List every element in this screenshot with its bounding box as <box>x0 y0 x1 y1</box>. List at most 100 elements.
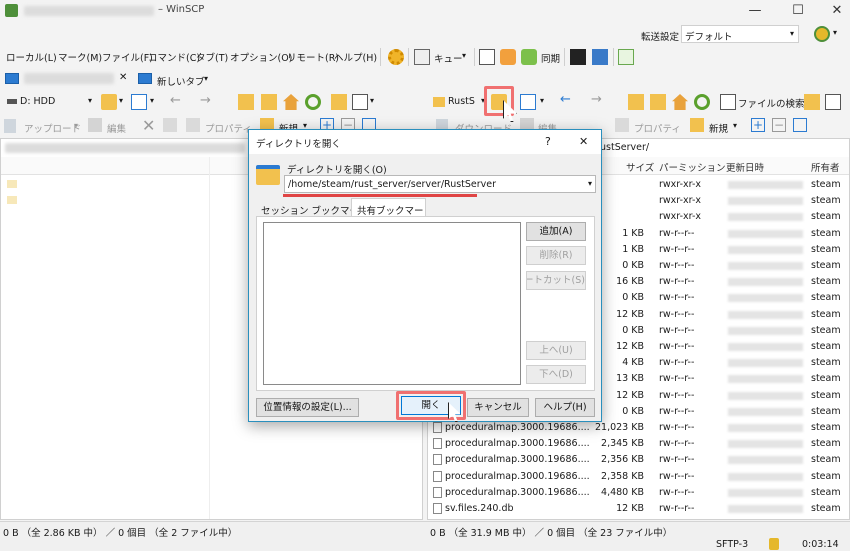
local-drive-select[interactable]: D: HDD ▾ <box>4 93 96 111</box>
rename-icon[interactable] <box>163 118 177 132</box>
location-profiles-button[interactable]: 位置情報の設定(L)... <box>256 398 359 417</box>
edit-icon[interactable] <box>88 118 102 132</box>
filter-icon[interactable] <box>131 94 147 110</box>
home-icon[interactable] <box>672 94 688 110</box>
chevron-down-icon[interactable]: ▾ <box>540 96 544 105</box>
home-icon[interactable] <box>283 94 299 110</box>
queue-label[interactable]: キュー <box>434 51 463 65</box>
compare-icon[interactable] <box>479 49 495 65</box>
tab-shared-bookmarks-box[interactable]: 共有ブックマーク <box>351 198 426 231</box>
chevron-down-icon[interactable]: ▾ <box>150 96 154 105</box>
delete-icon[interactable]: ✕ <box>142 116 155 135</box>
chevron-down-icon[interactable]: ▾ <box>119 96 123 105</box>
back-arrow-icon[interactable]: ← <box>560 92 571 107</box>
forward-arrow-icon[interactable]: → <box>591 92 602 107</box>
new-tab-button[interactable]: 新しいタブ <box>157 74 205 88</box>
col-modified[interactable]: 更新日時 <box>726 160 764 174</box>
plus-icon[interactable]: + <box>751 118 765 132</box>
add-bookmark-button[interactable]: 追加(A) <box>526 222 586 241</box>
parent-dir-icon[interactable] <box>628 94 644 110</box>
close-button[interactable]: ✕ <box>822 1 850 21</box>
remote-location-select[interactable]: RustS ▾ <box>431 93 491 111</box>
menu-command[interactable]: コマンド(C) <box>148 50 200 64</box>
cancel-button[interactable]: キャンセル <box>467 398 529 417</box>
menu-options[interactable]: オプション(O) <box>230 50 292 64</box>
dialog-path-combobox[interactable]: /home/steam/rust_server/server/RustServe… <box>284 175 596 193</box>
upload-icon[interactable] <box>4 119 16 133</box>
sync-browse-icon[interactable] <box>500 49 516 65</box>
table-row[interactable]: proceduralmap.3000.19686.... 2,358 KB rw-r… <box>428 469 844 485</box>
transfer-settings-select[interactable]: デフォルト ▾ <box>681 25 799 43</box>
forward-arrow-icon[interactable]: → <box>200 93 211 108</box>
winscp-logo-icon <box>5 4 18 17</box>
dialog-path-input[interactable]: /home/steam/rust_server/server/RustServe… <box>288 179 496 190</box>
properties-button[interactable]: プロパティ <box>205 121 252 135</box>
putty-icon[interactable] <box>592 49 608 65</box>
console-icon[interactable] <box>570 49 586 65</box>
tab-blurred-session[interactable] <box>24 73 114 84</box>
chevron-down-icon[interactable]: ▾ <box>74 121 78 130</box>
bookmarks-list[interactable] <box>263 222 521 385</box>
table-row[interactable]: proceduralmap.3000.19686.... 2,356 KB rw-r… <box>428 452 844 468</box>
sync-icon[interactable] <box>521 49 537 65</box>
open-folder-icon[interactable] <box>101 94 117 110</box>
menu-mark[interactable]: マーク(M) <box>58 50 102 64</box>
find-files-button[interactable]: ファイルの検索 <box>738 96 805 110</box>
chevron-down-icon[interactable]: ▾ <box>833 28 837 37</box>
table-row[interactable]: proceduralmap.3000.19686.... 2,345 KB rw-r… <box>428 436 844 452</box>
close-tab-icon[interactable]: ✕ <box>119 72 127 83</box>
shortcut-button[interactable]: ショートカット(S)... <box>526 271 586 290</box>
minimize-button[interactable]: — <box>740 1 770 21</box>
root-dir-icon[interactable] <box>650 94 666 110</box>
queue-icon[interactable] <box>414 49 430 65</box>
view-list-icon[interactable] <box>352 94 368 110</box>
edit-button[interactable]: 編集 <box>107 121 126 135</box>
refresh-icon[interactable] <box>305 94 321 110</box>
menu-help[interactable]: ヘルプ(H) <box>334 50 377 64</box>
table-row[interactable]: proceduralmap.3000.19686.... 21,023 KB rw-… <box>428 420 844 436</box>
minus-icon[interactable]: − <box>772 118 786 132</box>
col-permissions[interactable]: パーミッション <box>659 160 726 174</box>
refresh-sessions-icon[interactable] <box>618 49 634 65</box>
new-folder-icon[interactable] <box>690 118 704 132</box>
col-size[interactable]: サイズ <box>626 160 654 174</box>
filter-icon[interactable] <box>520 94 536 110</box>
find-files-icon[interactable] <box>720 94 736 110</box>
menu-file[interactable]: ファイル(F) <box>102 50 153 64</box>
tree-icon[interactable] <box>331 94 347 110</box>
menu-remote[interactable]: リモート(R) <box>287 50 339 64</box>
filter-small-icon[interactable] <box>793 118 807 132</box>
properties-button[interactable]: プロパティ <box>634 121 681 135</box>
chevron-down-icon[interactable]: ▾ <box>204 74 208 83</box>
refresh-icon[interactable] <box>694 94 710 110</box>
sync-label[interactable]: 同期 <box>541 51 560 65</box>
dialog-close-button[interactable]: ✕ <box>579 135 588 148</box>
upload-button[interactable]: アップロード <box>24 121 81 135</box>
view-list-icon[interactable] <box>825 94 841 110</box>
new-button[interactable]: 新規 <box>709 121 728 135</box>
properties-icon[interactable] <box>615 118 629 132</box>
move-down-button[interactable]: 下へ(D) <box>526 365 586 384</box>
chevron-down-icon[interactable]: ▾ <box>733 121 737 130</box>
move-up-button[interactable]: 上へ(U) <box>526 341 586 360</box>
properties-icon[interactable] <box>186 118 200 132</box>
menu-local[interactable]: ローカル(L) <box>6 50 57 64</box>
delete-bookmark-button[interactable]: 削除(R) <box>526 246 586 265</box>
root-dir-icon[interactable] <box>261 94 277 110</box>
help-button[interactable]: ヘルプ(H) <box>535 398 595 417</box>
table-row[interactable]: sv.files.240.db 12 KB rw-r--r-- steam <box>428 501 844 517</box>
chevron-down-icon[interactable]: ▾ <box>370 96 374 105</box>
gear-icon[interactable] <box>388 49 404 65</box>
tree-icon[interactable] <box>804 94 820 110</box>
globe-icon[interactable] <box>814 26 830 42</box>
maximize-button[interactable]: ☐ <box>783 1 813 21</box>
menu-tab[interactable]: タブ(T) <box>196 50 228 64</box>
dialog-help-button[interactable]: ? <box>545 135 551 148</box>
chevron-down-icon[interactable]: ▾ <box>462 51 466 60</box>
parent-dir-icon[interactable] <box>238 94 254 110</box>
table-row[interactable]: proceduralmap.3000.19686.... 4,480 KB rw-r… <box>428 485 844 501</box>
col-owner[interactable]: 所有者 <box>811 160 840 174</box>
back-arrow-icon[interactable]: ← <box>170 93 181 108</box>
file-icon <box>433 438 442 450</box>
chevron-down-icon[interactable]: ▾ <box>588 179 592 188</box>
